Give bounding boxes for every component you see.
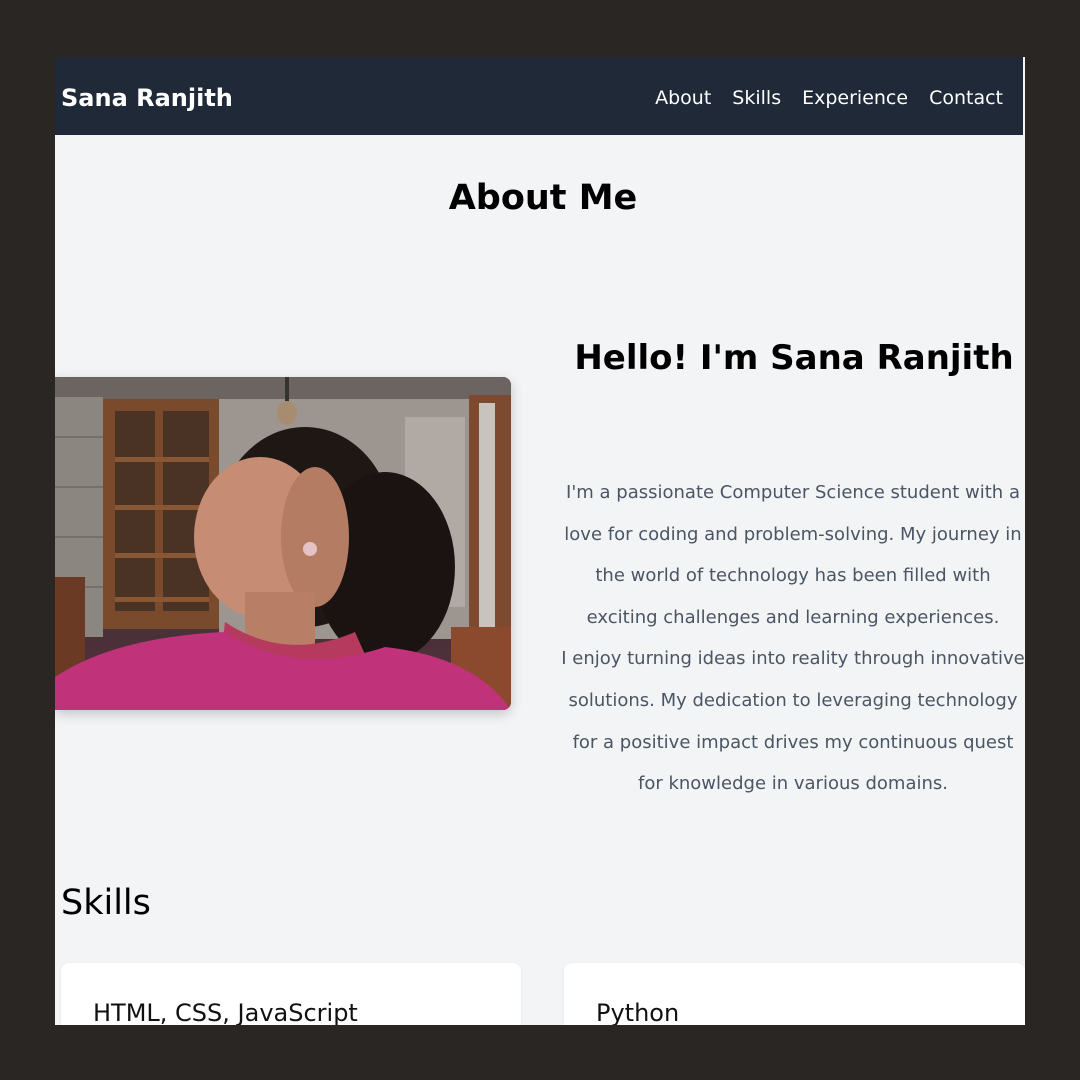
brand-name[interactable]: Sana Ranjith xyxy=(61,57,233,139)
skill-card: HTML, CSS, JavaScript xyxy=(61,963,521,1025)
about-section-title: About Me xyxy=(448,178,638,218)
skill-card-title: HTML, CSS, JavaScript xyxy=(93,999,358,1025)
profile-photo xyxy=(55,377,511,710)
nav-link-contact[interactable]: Contact xyxy=(929,87,1003,109)
about-bio: I'm a passionate Computer Science studen… xyxy=(561,472,1025,805)
skill-card: Python xyxy=(564,963,1025,1025)
navbar: Sana Ranjith About Skills Experience Con… xyxy=(55,57,1023,135)
bio-paragraph-2: I enjoy turning ideas into reality throu… xyxy=(561,648,1025,795)
profile-photo-illustration xyxy=(55,377,511,710)
bio-paragraph-1: I'm a passionate Computer Science studen… xyxy=(564,482,1022,628)
browser-viewport: Sana Ranjith About Skills Experience Con… xyxy=(55,57,1025,1025)
nav-link-skills[interactable]: Skills xyxy=(732,87,781,109)
skills-section-title: Skills xyxy=(61,883,151,923)
nav-link-experience[interactable]: Experience xyxy=(802,87,908,109)
nav-links: About Skills Experience Contact xyxy=(634,57,1003,139)
greeting-heading: Hello! I'm Sana Ranjith xyxy=(574,338,1014,378)
skill-card-title: Python xyxy=(596,999,680,1025)
nav-link-about[interactable]: About xyxy=(655,87,711,109)
